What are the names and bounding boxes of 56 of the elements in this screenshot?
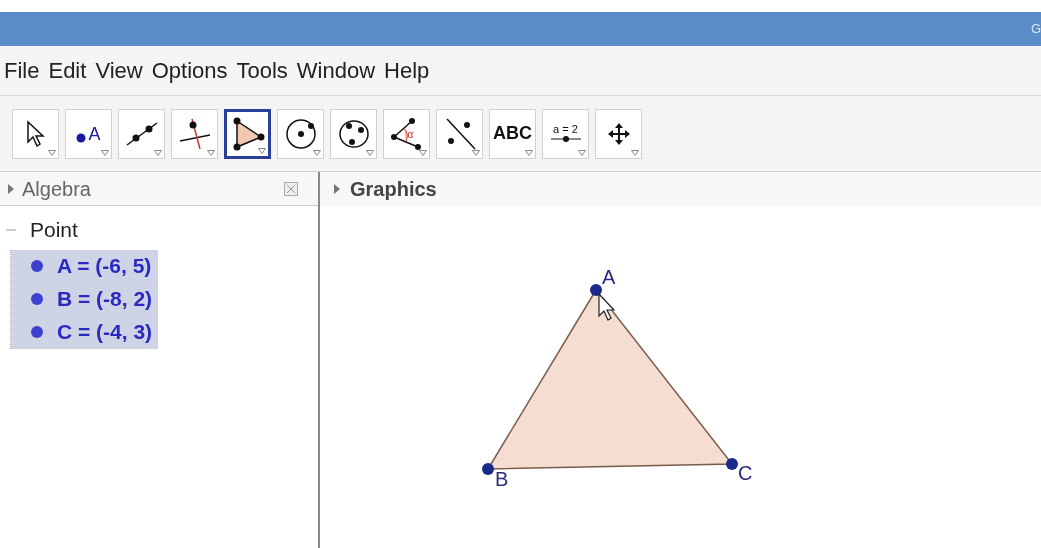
slider-tool-label: a = 2 xyxy=(553,124,578,135)
menu-item[interactable]: Window xyxy=(296,54,376,87)
point-label: B xyxy=(495,468,509,490)
dropdown-triangle-icon xyxy=(313,149,321,156)
algebra-item[interactable]: B = (-8, 2) xyxy=(11,282,159,316)
tool-button[interactable]: a = 2 xyxy=(542,108,589,159)
point-definition: C = (-4, 3) xyxy=(57,319,153,346)
menu-item[interactable]: File xyxy=(4,54,40,87)
text-tool-label: ABC xyxy=(493,122,532,145)
mouse-pointer-icon xyxy=(598,292,616,321)
arrow-cursor-icon xyxy=(24,119,47,148)
menu-item[interactable]: Help xyxy=(384,54,430,87)
panel-title: Graphics xyxy=(350,177,437,202)
angle-icon xyxy=(389,116,424,151)
dropdown-triangle-icon xyxy=(258,147,266,154)
panel-title: Algebra xyxy=(22,176,92,202)
dropdown-triangle-icon xyxy=(366,149,374,156)
point-icon xyxy=(76,132,87,143)
window-title: G xyxy=(1030,20,1041,39)
point-marker[interactable] xyxy=(482,463,494,475)
dropdown-triangle-icon xyxy=(419,149,427,156)
collapse-triangle-icon xyxy=(334,184,340,194)
algebra-item[interactable]: C = (-4, 3) xyxy=(11,315,159,349)
ellipse-icon xyxy=(337,117,370,150)
menu-item[interactable]: View xyxy=(95,54,143,87)
slider-icon xyxy=(550,135,581,143)
perpendicular-lines-icon xyxy=(177,116,212,151)
point-definition: B = (-8, 2) xyxy=(57,286,153,313)
collapse-triangle-icon xyxy=(8,183,14,194)
point-marker[interactable] xyxy=(590,284,602,296)
dropdown-triangle-icon xyxy=(472,149,480,156)
dropdown-triangle-icon xyxy=(48,149,56,156)
point-label: A xyxy=(602,266,616,288)
tool-button[interactable] xyxy=(224,108,271,159)
dropdown-triangle-icon xyxy=(154,149,162,156)
menu-item[interactable]: Options xyxy=(151,54,228,87)
line-icon xyxy=(124,120,159,147)
point-label: A xyxy=(88,124,101,143)
tool-button[interactable]: A xyxy=(65,108,112,159)
dropdown-triangle-icon xyxy=(631,149,639,156)
angle-symbol: α xyxy=(407,127,414,142)
menu-item[interactable]: Tools xyxy=(236,54,288,87)
dropdown-triangle-icon xyxy=(207,149,215,156)
tool-button[interactable]: ABC xyxy=(489,108,536,159)
close-icon[interactable] xyxy=(284,181,298,196)
circle-icon xyxy=(284,117,317,150)
dropdown-triangle-icon xyxy=(525,149,533,156)
point-label: C xyxy=(738,462,753,484)
dropdown-triangle-icon xyxy=(101,149,109,156)
point-definition: A = (-6, 5) xyxy=(57,253,152,280)
tool-button[interactable]: α xyxy=(383,108,430,159)
algebra-item[interactable]: A = (-6, 5) xyxy=(11,249,159,283)
group-label: Point xyxy=(30,217,78,243)
menu-item[interactable]: Edit xyxy=(48,54,87,87)
dropdown-triangle-icon xyxy=(578,149,586,156)
point-marker[interactable] xyxy=(726,458,738,470)
